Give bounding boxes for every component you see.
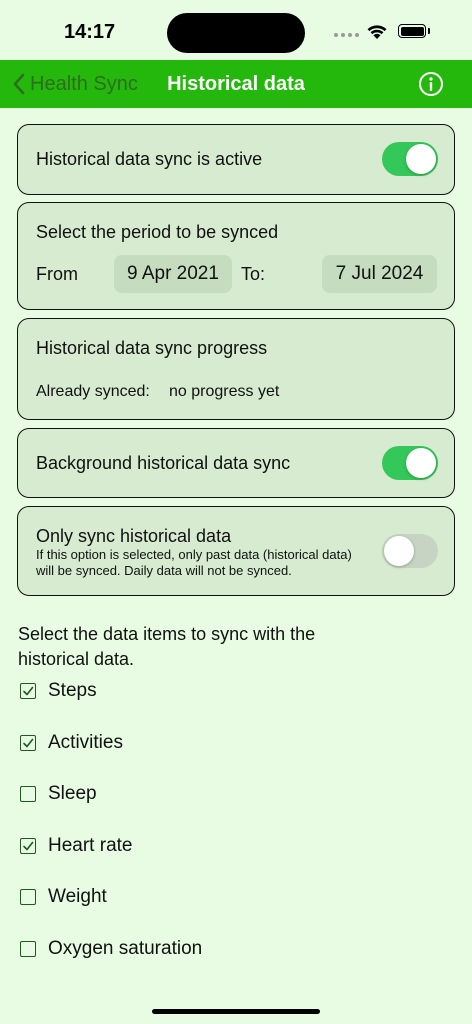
sync-active-card: Historical data sync is active	[17, 124, 455, 195]
data-item-weight[interactable]: Weight	[20, 882, 107, 912]
from-label: From	[36, 264, 78, 284]
background-sync-label: Background historical data sync	[36, 453, 291, 473]
status-time: 14:17	[64, 21, 116, 43]
checkbox-checked-icon[interactable]	[20, 735, 36, 751]
info-icon[interactable]	[418, 71, 444, 97]
chevron-left-icon	[13, 73, 25, 95]
background-sync-card: Background historical data sync	[17, 428, 455, 498]
already-synced-value: no progress yet	[169, 383, 280, 400]
status-bar: 14:17	[0, 0, 472, 60]
only-historical-description: If this option is selected, only past da…	[36, 547, 352, 578]
data-item-oxygen-saturation[interactable]: Oxygen saturation	[20, 934, 202, 964]
back-button[interactable]: Health Sync	[12, 60, 138, 108]
period-card: Select the period to be synced From 9 Ap…	[17, 202, 455, 310]
dynamic-island	[167, 13, 305, 53]
checkbox-empty-icon[interactable]	[20, 941, 36, 957]
progress-title: Historical data sync progress	[36, 338, 268, 358]
only-historical-toggle[interactable]	[382, 534, 438, 568]
data-item-label: Steps	[48, 680, 97, 701]
data-item-label: Heart rate	[48, 835, 133, 856]
battery-icon	[398, 24, 426, 38]
data-items-intro: Select the data items to sync with the h…	[18, 624, 316, 669]
checkbox-checked-icon[interactable]	[20, 683, 36, 699]
data-item-heart-rate[interactable]: Heart rate	[20, 831, 132, 861]
home-indicator	[152, 1009, 320, 1014]
data-item-steps[interactable]: Steps	[20, 676, 97, 706]
only-historical-card: Only sync historical data If this option…	[17, 506, 455, 596]
to-date-picker[interactable]: 7 Jul 2024	[322, 255, 437, 293]
data-item-sleep[interactable]: Sleep	[20, 779, 97, 809]
background-sync-toggle[interactable]	[382, 446, 438, 480]
period-title: Select the period to be synced	[36, 222, 279, 242]
to-label: To:	[241, 264, 266, 284]
data-item-label: Sleep	[48, 783, 97, 804]
wifi-icon	[367, 25, 387, 39]
already-synced-label: Already synced:	[36, 383, 150, 400]
navigation-bar: Health Sync Historical data	[0, 60, 472, 108]
battery-tip	[428, 28, 430, 34]
data-item-label: Activities	[48, 732, 123, 753]
sync-active-toggle[interactable]	[382, 142, 438, 176]
signal-icon	[334, 33, 359, 37]
data-item-label: Oxygen saturation	[48, 938, 203, 959]
progress-card: Historical data sync progress Already sy…	[17, 318, 455, 420]
data-item-label: Weight	[48, 886, 107, 907]
from-date-picker[interactable]: 9 Apr 2021	[114, 255, 232, 293]
only-historical-label: Only sync historical data	[36, 526, 232, 546]
back-label: Health Sync	[30, 72, 138, 95]
checkbox-checked-icon[interactable]	[20, 838, 36, 854]
checkbox-empty-icon[interactable]	[20, 786, 36, 802]
checkbox-empty-icon[interactable]	[20, 889, 36, 905]
sync-active-label: Historical data sync is active	[36, 149, 263, 169]
data-item-activities[interactable]: Activities	[20, 728, 123, 758]
